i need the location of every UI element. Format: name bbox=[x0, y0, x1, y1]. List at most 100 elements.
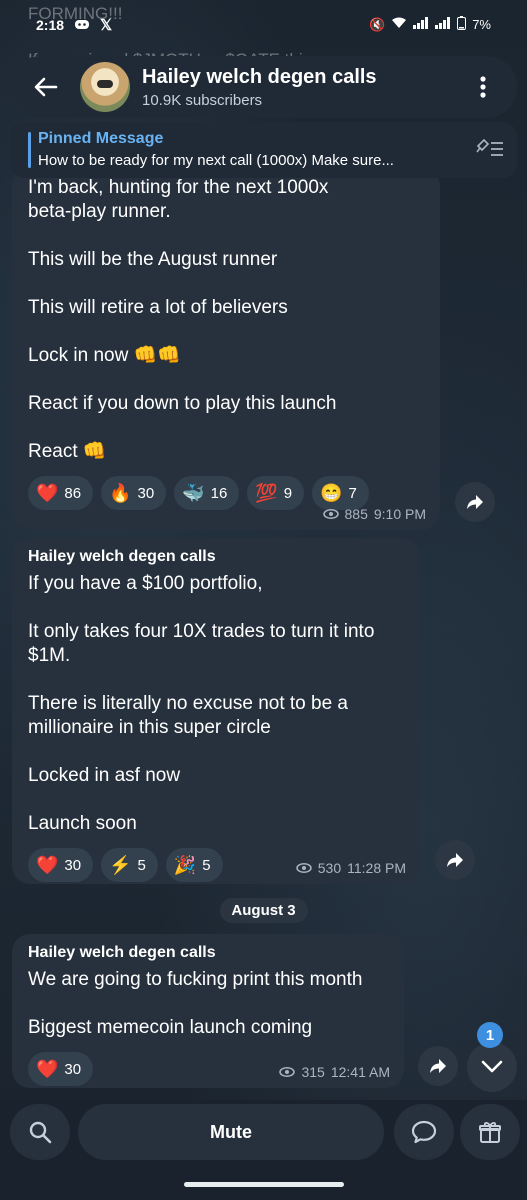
reaction-fire[interactable]: 🔥 30 bbox=[101, 476, 167, 510]
message-body: I'm back, hunting for the next 1000x bet… bbox=[28, 176, 424, 464]
message-body: We are going to fucking print this month… bbox=[28, 968, 388, 1040]
home-indicator[interactable] bbox=[183, 1182, 344, 1187]
message-bubble[interactable]: Hailey welch degen calls If you have a $… bbox=[12, 538, 420, 884]
reaction-party[interactable]: 🎉 5 bbox=[165, 848, 223, 882]
chat-bubble-icon bbox=[411, 1120, 437, 1144]
reaction-count: 5 bbox=[202, 856, 211, 874]
heart-icon: ❤️ bbox=[36, 482, 59, 503]
message-line: Biggest memecoin launch coming bbox=[28, 1017, 313, 1038]
pinned-text: How to be ready for my next call (1000x)… bbox=[38, 152, 394, 169]
message-line: Launch soon bbox=[28, 813, 137, 834]
signal-icon bbox=[413, 17, 429, 32]
message-meta: 530 11:28 PM bbox=[296, 860, 406, 876]
back-arrow-icon[interactable] bbox=[24, 65, 68, 109]
message-line: I'm back, hunting for the next 1000x bbox=[28, 177, 329, 198]
chevron-down-icon bbox=[481, 1060, 503, 1073]
reaction-zap[interactable]: ⚡ 5 bbox=[101, 848, 158, 882]
heart-icon: ❤️ bbox=[36, 854, 59, 875]
view-count: 315 bbox=[301, 1064, 325, 1080]
status-bar: 2:18 𝕏 🔇 7% bbox=[0, 0, 527, 52]
discord-icon bbox=[74, 17, 90, 33]
channel-title[interactable]: Hailey welch degen calls bbox=[142, 66, 463, 89]
message-body: If you have a $100 portfolio, It only ta… bbox=[28, 572, 404, 836]
sender-name[interactable]: Hailey welch degen calls bbox=[28, 548, 404, 566]
pinned-title: Pinned Message bbox=[38, 130, 164, 147]
reaction-count: 9 bbox=[283, 484, 293, 502]
bottom-bar: Mute bbox=[0, 1100, 527, 1200]
more-options-icon[interactable] bbox=[463, 65, 503, 109]
reaction-whale[interactable]: 🐳 16 bbox=[174, 476, 240, 510]
message-line: React 👊 bbox=[28, 441, 107, 462]
status-time: 2:18 bbox=[36, 17, 65, 33]
pin-list-icon[interactable] bbox=[475, 138, 505, 162]
view-count: 530 bbox=[317, 860, 342, 876]
x-icon: 𝕏 bbox=[100, 17, 113, 34]
message-line: beta-play runner. bbox=[28, 201, 171, 222]
reaction-hundred[interactable]: 💯 9 bbox=[247, 476, 305, 510]
eye-icon bbox=[322, 506, 339, 522]
message-time: 12:41 AM bbox=[330, 1064, 390, 1080]
share-arrow-icon bbox=[447, 853, 463, 867]
forward-button[interactable] bbox=[418, 1046, 458, 1086]
reaction-count: 86 bbox=[64, 484, 82, 502]
message-meta: 315 12:41 AM bbox=[279, 1064, 390, 1080]
message-line: Locked in asf now bbox=[28, 765, 181, 786]
unread-badge: 1 bbox=[477, 1022, 503, 1048]
share-arrow-icon bbox=[467, 495, 483, 509]
search-button[interactable] bbox=[10, 1104, 70, 1160]
gift-icon bbox=[479, 1121, 501, 1143]
message-meta: 885 9:10 PM bbox=[322, 506, 426, 522]
reaction-row: ❤️ 86 🔥 30 🐳 16 💯 9 😁 7 bbox=[28, 476, 424, 510]
party-popper-icon: 🎉 bbox=[173, 854, 197, 875]
message-line: millionaire in this super circle bbox=[28, 717, 271, 738]
hundred-icon: 💯 bbox=[255, 482, 278, 503]
pinned-message-bar[interactable]: Pinned Message How to be ready for my ne… bbox=[10, 122, 517, 178]
message-bubble[interactable]: Hailey welch degen calls We are going to… bbox=[12, 934, 404, 1088]
forward-button[interactable] bbox=[435, 840, 475, 880]
reaction-count: 5 bbox=[137, 856, 146, 874]
channel-avatar[interactable] bbox=[80, 62, 130, 112]
message-line: It only takes four 10X trades to turn it… bbox=[28, 621, 375, 642]
mute-button[interactable]: Mute bbox=[78, 1104, 384, 1160]
discussion-button[interactable] bbox=[394, 1104, 454, 1160]
reaction-heart[interactable]: ❤️ 30 bbox=[28, 848, 94, 882]
view-count: 885 bbox=[344, 506, 368, 522]
scroll-to-bottom-button[interactable] bbox=[467, 1042, 517, 1092]
grin-icon: 😁 bbox=[320, 482, 343, 503]
reaction-count: 30 bbox=[137, 484, 155, 502]
forward-button[interactable] bbox=[455, 482, 495, 522]
sender-name[interactable]: Hailey welch degen calls bbox=[28, 944, 388, 962]
message-bubble[interactable]: I'm back, hunting for the next 1000x bet… bbox=[12, 168, 440, 530]
gift-button[interactable] bbox=[460, 1104, 520, 1160]
reaction-heart[interactable]: ❤️ 30 bbox=[28, 1052, 94, 1086]
signal-icon-2 bbox=[435, 17, 451, 32]
wifi-icon bbox=[391, 17, 407, 32]
message-line: We are going to fucking print this month bbox=[28, 969, 363, 990]
message-line: Lock in now 👊👊 bbox=[28, 345, 181, 366]
battery-icon bbox=[457, 16, 467, 33]
search-icon bbox=[29, 1121, 52, 1144]
reaction-count: 30 bbox=[64, 856, 82, 874]
subscriber-count: 10.9K subscribers bbox=[142, 91, 263, 109]
message-line: This will retire a lot of believers bbox=[28, 297, 288, 318]
eye-icon bbox=[279, 1064, 296, 1080]
mute-status-icon: 🔇 bbox=[369, 16, 386, 32]
reaction-grin[interactable]: 😁 7 bbox=[312, 476, 369, 510]
reaction-count: 7 bbox=[348, 484, 357, 502]
heart-icon: ❤️ bbox=[36, 1058, 59, 1079]
fire-icon: 🔥 bbox=[109, 482, 132, 503]
message-time: 9:10 PM bbox=[373, 506, 426, 522]
message-line: This will be the August runner bbox=[28, 249, 278, 270]
whale-icon: 🐳 bbox=[182, 482, 205, 503]
reaction-count: 16 bbox=[210, 484, 228, 502]
message-line: If you have a $100 portfolio, bbox=[28, 573, 263, 594]
chat-header[interactable]: Hailey welch degen calls 10.9K subscribe… bbox=[10, 56, 517, 118]
reaction-heart[interactable]: ❤️ 86 bbox=[28, 476, 94, 510]
date-divider: August 3 bbox=[219, 898, 308, 923]
eye-icon bbox=[296, 860, 312, 876]
message-line: There is literally no excuse not to be a bbox=[28, 693, 349, 714]
battery-percent: 7% bbox=[472, 17, 491, 32]
share-arrow-icon bbox=[430, 1059, 446, 1073]
lightning-icon: ⚡ bbox=[109, 854, 132, 875]
message-line: $1M. bbox=[28, 645, 71, 666]
